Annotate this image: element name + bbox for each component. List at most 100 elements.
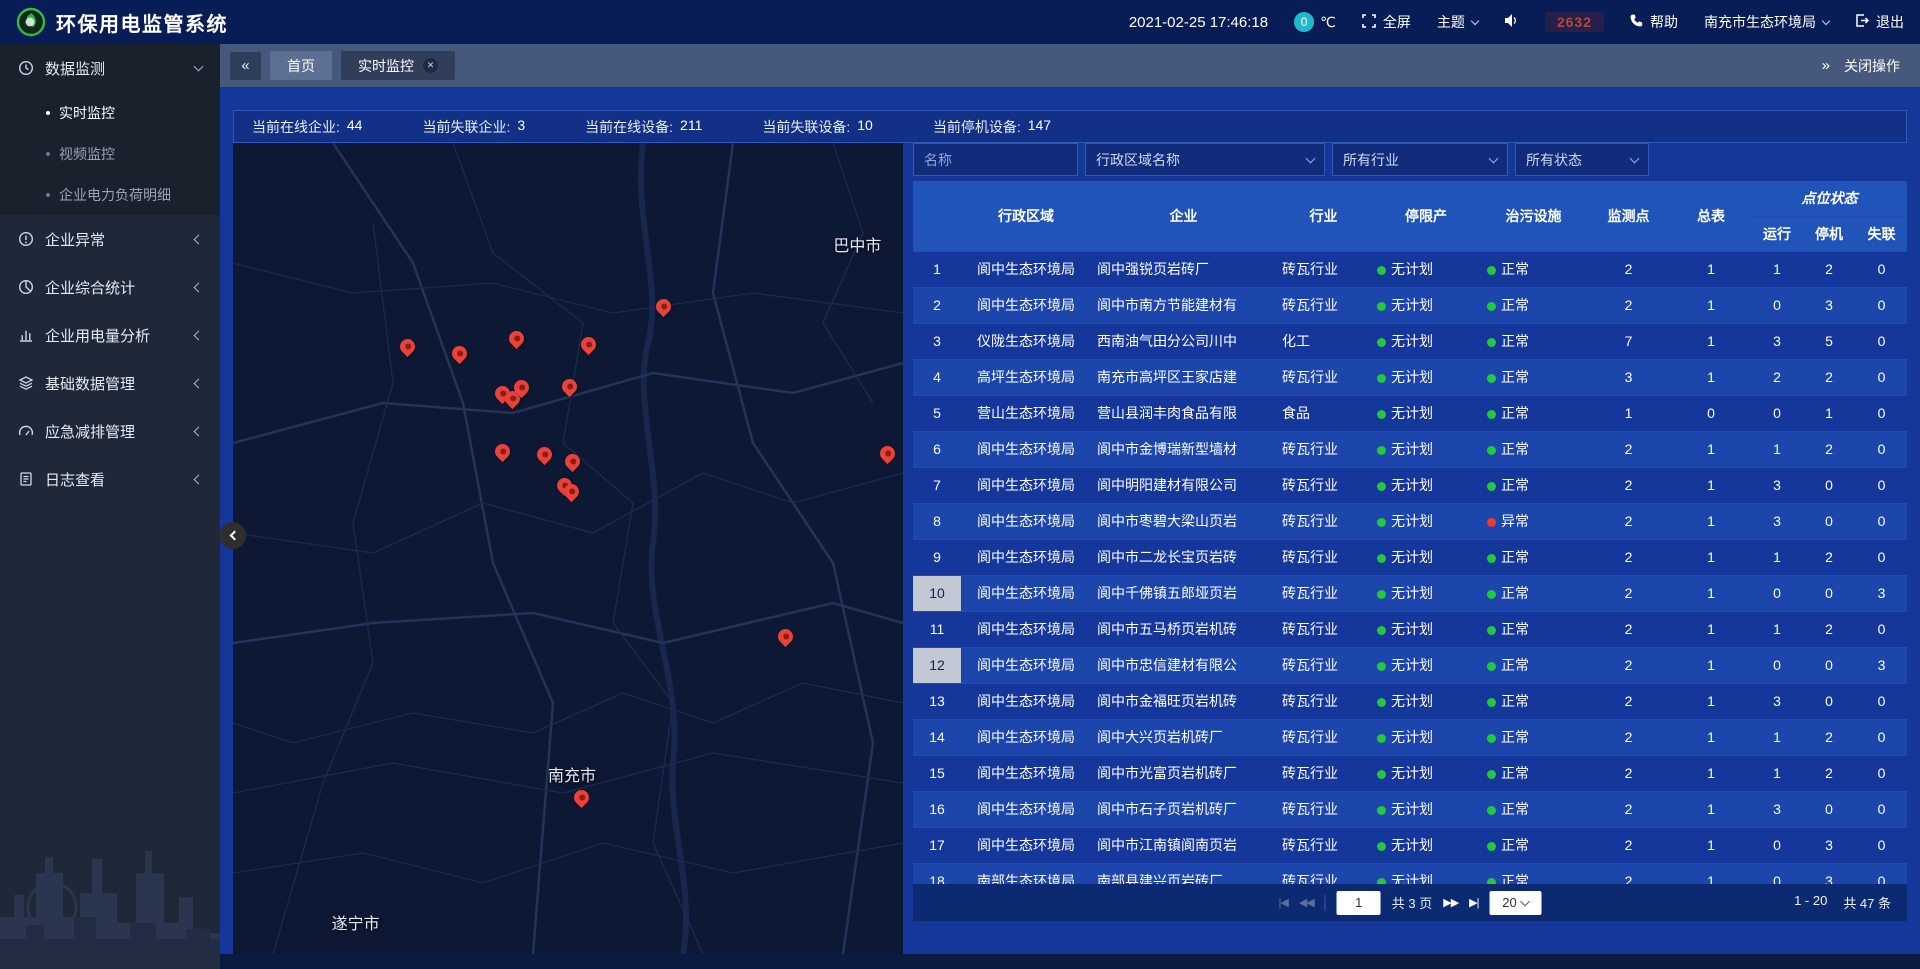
prev-page-button[interactable]: ◀◀ xyxy=(1299,896,1314,909)
tabs-scroll-left-button[interactable]: « xyxy=(230,52,261,80)
cell-region: 南部生态环境局 xyxy=(961,863,1091,884)
sidebar-item[interactable]: 视频监控 xyxy=(0,133,220,174)
cell-facility-status: 正常 xyxy=(1481,467,1586,503)
status-dot-icon xyxy=(1377,662,1386,671)
cell-company: 南部县建兴页岩砖厂 xyxy=(1091,863,1276,884)
sidebar-item[interactable]: 实时监控 xyxy=(0,92,220,133)
cell-running: 0 xyxy=(1751,395,1803,431)
tab-realtime-monitor[interactable]: 实时监控 ✕ xyxy=(341,51,455,80)
cell-region: 营山生态环境局 xyxy=(961,395,1091,431)
cell-running: 2 xyxy=(1751,359,1803,395)
sidebar-section-0[interactable]: 数据监测 xyxy=(0,44,220,92)
cell-running: 0 xyxy=(1751,575,1803,611)
tab-home[interactable]: 首页 xyxy=(270,51,332,80)
city-label: 巴中市 xyxy=(833,232,881,256)
cell-stopped: 1 xyxy=(1803,395,1855,431)
org-dropdown[interactable]: 南充市生态环境局 xyxy=(1704,12,1829,32)
help-button[interactable]: 帮助 xyxy=(1630,12,1678,32)
last-page-button[interactable]: ▶| xyxy=(1469,896,1478,909)
col-stop: 停限产 xyxy=(1371,181,1481,251)
sidebar-item[interactable]: 企业电力负荷明细 xyxy=(0,174,220,215)
cell-stop-status: 无计划 xyxy=(1371,575,1481,611)
table-row[interactable]: 3仪陇生态环境局西南油气田分公司川中化工无计划正常71350 xyxy=(913,323,1907,359)
cell-disconnected: 0 xyxy=(1855,683,1907,719)
cell-disconnected: 0 xyxy=(1855,503,1907,539)
sidebar-section-5[interactable]: 应急减排管理 xyxy=(0,407,220,455)
notification-count[interactable]: 2632 xyxy=(1545,12,1604,32)
sidebar-section: 基础数据管理 xyxy=(0,359,220,407)
cell-region: 阆中生态环境局 xyxy=(961,431,1091,467)
layers-icon xyxy=(18,375,34,391)
cell-total-meters: 0 xyxy=(1671,395,1751,431)
cell-region: 阆中生态环境局 xyxy=(961,647,1091,683)
status-dot-icon xyxy=(1377,518,1386,527)
table-row[interactable]: 2阆中生态环境局阆中市南方节能建材有砖瓦行业无计划正常21030 xyxy=(913,287,1907,323)
cell-region: 阆中生态环境局 xyxy=(961,575,1091,611)
sidebar-section-3[interactable]: 企业用电量分析 xyxy=(0,311,220,359)
speaker-icon xyxy=(1504,14,1519,30)
sidebar-section-1[interactable]: 企业异常 xyxy=(0,215,220,263)
industry-filter-select[interactable]: 所有行业 xyxy=(1332,143,1508,176)
company-table: 行政区域 企业 行业 停限产 治污设施 监测点 总表 点位状态 xyxy=(913,181,1907,884)
cell-total-meters: 1 xyxy=(1671,359,1751,395)
table-row[interactable]: 6阆中生态环境局阆中市金博瑞新型墙材砖瓦行业无计划正常21120 xyxy=(913,431,1907,467)
cell-facility-status: 正常 xyxy=(1481,575,1586,611)
cell-monitor-points: 2 xyxy=(1586,647,1671,683)
map-panel[interactable]: 巴中市南充市遂宁市 xyxy=(233,143,903,954)
table-row[interactable]: 1阆中生态环境局阆中强锐页岩砖厂砖瓦行业无计划正常21120 xyxy=(913,251,1907,287)
pagination-controls: |◀ ◀◀ 共 3 页 ▶▶ ▶| 20 xyxy=(1279,891,1542,915)
sidebar-section: 企业用电量分析 xyxy=(0,311,220,359)
close-operations-button[interactable]: 关闭操作 xyxy=(1844,56,1900,76)
panels-row: 巴中市南充市遂宁市 行政区域名称 所有行业 xyxy=(233,143,1907,954)
table-row[interactable]: 10阆中生态环境局阆中千佛镇五郎垭页岩砖瓦行业无计划正常21003 xyxy=(913,575,1907,611)
next-page-button[interactable]: ▶▶ xyxy=(1443,896,1458,909)
fullscreen-button[interactable]: 全屏 xyxy=(1362,12,1411,32)
announcement-button[interactable] xyxy=(1504,14,1519,30)
company-table-body: 1阆中生态环境局阆中强锐页岩砖厂砖瓦行业无计划正常211202阆中生态环境局阆中… xyxy=(913,251,1907,884)
alert-icon xyxy=(18,231,34,247)
table-row[interactable]: 17阆中生态环境局阆中市江南镇阆南页岩砖瓦行业无计划正常21030 xyxy=(913,827,1907,863)
chevron-down-icon xyxy=(194,62,204,72)
fullscreen-icon xyxy=(1362,14,1376,31)
page-number-input[interactable] xyxy=(1337,891,1381,915)
tab-bar: « 首页 实时监控 ✕ » 关闭操作 xyxy=(220,44,1920,87)
table-row[interactable]: 13阆中生态环境局阆中市金福旺页岩机砖砖瓦行业无计划正常21300 xyxy=(913,683,1907,719)
table-row[interactable]: 4高坪生态环境局南充市高坪区王家店建砖瓦行业无计划正常31220 xyxy=(913,359,1907,395)
cell-disconnected: 0 xyxy=(1855,467,1907,503)
table-row[interactable]: 14阆中生态环境局阆中大兴页岩机砖厂砖瓦行业无计划正常21120 xyxy=(913,719,1907,755)
cell-region: 阆中生态环境局 xyxy=(961,755,1091,791)
cell-company: 阆中大兴页岩机砖厂 xyxy=(1091,719,1276,755)
table-row[interactable]: 8阆中生态环境局阆中市枣碧大梁山页岩砖瓦行业无计划异常21300 xyxy=(913,503,1907,539)
page-size-select[interactable]: 20 xyxy=(1489,891,1541,915)
cell-disconnected: 3 xyxy=(1855,647,1907,683)
logout-button[interactable]: 退出 xyxy=(1855,12,1904,32)
table-row[interactable]: 11阆中生态环境局阆中市五马桥页岩机砖砖瓦行业无计划正常21120 xyxy=(913,611,1907,647)
table-row[interactable]: 18南部生态环境局南部县建兴页岩砖厂砖瓦行业无计划正常21030 xyxy=(913,863,1907,884)
cell-running: 1 xyxy=(1751,611,1803,647)
gauge-icon xyxy=(18,423,34,439)
status-dot-icon xyxy=(1377,806,1386,815)
cell-region: 阆中生态环境局 xyxy=(961,503,1091,539)
table-row[interactable]: 9阆中生态环境局阆中市二龙长宝页岩砖砖瓦行业无计划正常21120 xyxy=(913,539,1907,575)
table-row[interactable]: 12阆中生态环境局阆中市忠信建材有限公砖瓦行业无计划正常21003 xyxy=(913,647,1907,683)
table-row[interactable]: 15阆中生态环境局阆中市光富页岩机砖厂砖瓦行业无计划正常21120 xyxy=(913,755,1907,791)
table-row[interactable]: 16阆中生态环境局阆中市石子页岩机砖厂砖瓦行业无计划正常21300 xyxy=(913,791,1907,827)
map-collapse-button[interactable] xyxy=(219,522,246,549)
region-filter-select[interactable]: 行政区域名称 xyxy=(1085,143,1325,176)
theme-dropdown[interactable]: 主题 xyxy=(1437,12,1478,32)
table-row[interactable]: 7阆中生态环境局阆中明阳建材有限公司砖瓦行业无计划正常21300 xyxy=(913,467,1907,503)
table-row[interactable]: 5营山生态环境局营山县润丰肉食品有限食品无计划正常10010 xyxy=(913,395,1907,431)
sidebar-section-6[interactable]: 日志查看 xyxy=(0,455,220,503)
sidebar: 数据监测实时监控视频监控企业电力负荷明细企业异常企业综合统计企业用电量分析基础数… xyxy=(0,44,220,969)
sidebar-section-4[interactable]: 基础数据管理 xyxy=(0,359,220,407)
tabs-scroll-right-button[interactable]: » xyxy=(1822,57,1830,74)
cell-company: 阆中明阳建材有限公司 xyxy=(1091,467,1276,503)
status-filter-select[interactable]: 所有状态 xyxy=(1515,143,1649,176)
name-filter-input[interactable] xyxy=(913,143,1078,176)
close-tab-icon[interactable]: ✕ xyxy=(423,58,438,73)
cell-region: 阆中生态环境局 xyxy=(961,467,1091,503)
sidebar-section-2[interactable]: 企业综合统计 xyxy=(0,263,220,311)
cell-facility-status: 正常 xyxy=(1481,251,1586,287)
first-page-button[interactable]: |◀ xyxy=(1279,896,1288,909)
cell-stopped: 3 xyxy=(1803,827,1855,863)
